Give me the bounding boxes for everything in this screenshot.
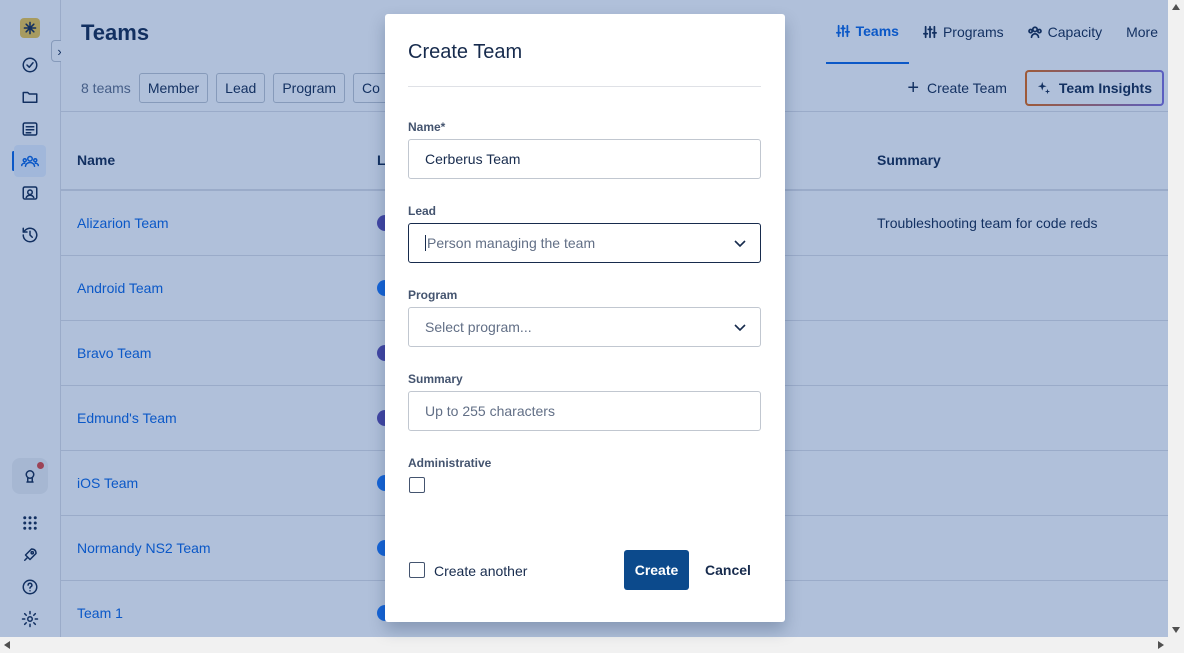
lead-select[interactable]: Person managing the team — [408, 223, 761, 263]
administrative-label: Administrative — [408, 456, 492, 470]
vertical-scrollbar[interactable] — [1168, 0, 1184, 637]
lead-label: Lead — [408, 204, 437, 218]
program-placeholder: Select program... — [425, 319, 532, 335]
name-value: Cerberus Team — [425, 151, 521, 167]
app-root: » Teams Teams Programs Capacity More 8 t… — [0, 0, 1184, 653]
scroll-left-arrow-icon[interactable] — [4, 641, 10, 649]
cancel-button[interactable]: Cancel — [699, 550, 757, 590]
create-another-label: Create another — [434, 563, 528, 579]
name-label: Name* — [408, 120, 446, 134]
chevron-down-icon — [734, 240, 746, 248]
create-another-checkbox[interactable] — [409, 562, 425, 578]
create-button[interactable]: Create — [624, 550, 689, 590]
text-caret — [425, 235, 426, 251]
name-input[interactable]: Cerberus Team — [408, 139, 761, 179]
administrative-checkbox[interactable] — [409, 477, 425, 493]
summary-input[interactable]: Up to 255 characters — [408, 391, 761, 431]
chevron-down-icon — [734, 324, 746, 332]
horizontal-scrollbar[interactable] — [0, 637, 1184, 653]
scroll-down-arrow-icon[interactable] — [1172, 627, 1180, 633]
program-select[interactable]: Select program... — [408, 307, 761, 347]
dialog-title: Create Team — [408, 41, 523, 63]
create-team-dialog: Create Team Name* Cerberus Team Lead Per… — [385, 14, 785, 622]
summary-label: Summary — [408, 372, 463, 386]
summary-placeholder: Up to 255 characters — [425, 403, 555, 419]
lead-placeholder: Person managing the team — [427, 235, 596, 251]
program-label: Program — [408, 288, 458, 302]
scroll-right-arrow-icon[interactable] — [1158, 641, 1164, 649]
divider — [408, 86, 761, 87]
scroll-up-arrow-icon[interactable] — [1172, 4, 1180, 10]
